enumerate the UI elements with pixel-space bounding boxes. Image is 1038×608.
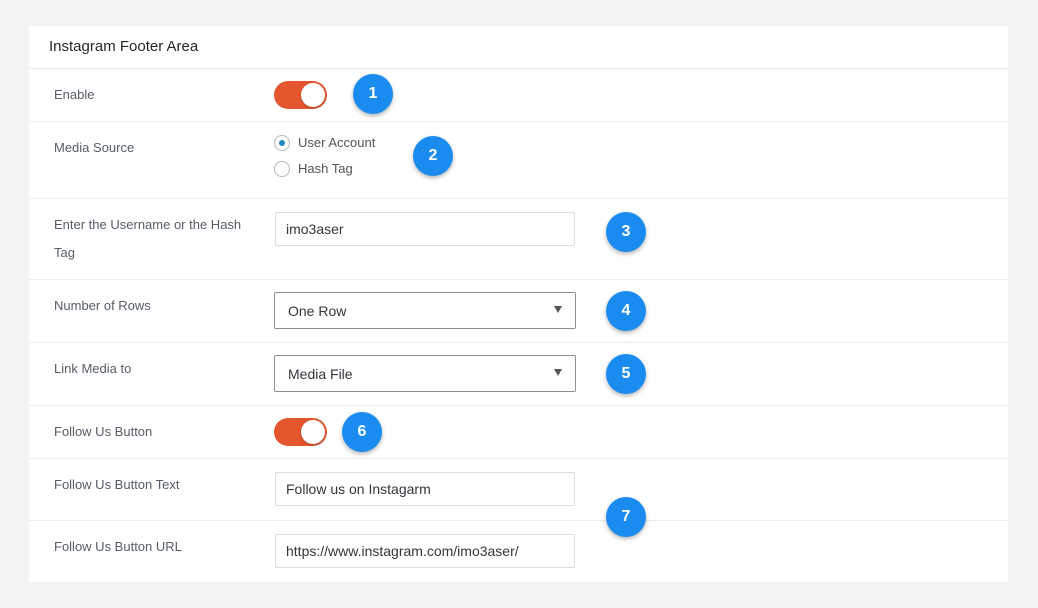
follow-url-label: Follow Us Button URL	[54, 539, 182, 554]
row-follow-url: Follow Us Button URL	[29, 521, 1008, 582]
username-input[interactable]	[275, 212, 575, 246]
row-number-of-rows: Number of Rows One Row 4	[29, 280, 1008, 343]
enable-label: Enable	[54, 87, 95, 102]
row-follow-button: Follow Us Button 6	[29, 406, 1008, 459]
row-follow-text: Follow Us Button Text	[29, 459, 1008, 521]
rows-select[interactable]: One Row	[274, 292, 576, 329]
step-badge-1: 1	[353, 74, 393, 114]
step-badge-5: 5	[606, 354, 646, 394]
row-link-media: Link Media to Media File 5	[29, 343, 1008, 406]
link-media-select[interactable]: Media File	[274, 355, 576, 392]
step-badge-2: 2	[413, 136, 453, 176]
row-username: Enter the Username or the Hash Tag 3	[29, 199, 1008, 280]
row-enable: Enable 1	[29, 69, 1008, 122]
toggle-knob	[301, 83, 325, 107]
link-media-label: Link Media to	[54, 361, 132, 376]
step-badge-6: 6	[342, 412, 382, 452]
radio-hash-tag[interactable]	[274, 161, 290, 177]
media-source-label: Media Source	[54, 140, 135, 155]
radio-user-account[interactable]	[274, 135, 290, 151]
rows-select-value: One Row	[288, 303, 347, 319]
follow-text-input[interactable]	[275, 472, 575, 506]
settings-panel: Instagram Footer Area Enable 1 Media Sou…	[29, 26, 1008, 582]
step-badge-4: 4	[606, 291, 646, 331]
follow-button-toggle[interactable]	[274, 418, 327, 446]
step-badge-3: 3	[606, 212, 646, 252]
follow-button-label: Follow Us Button	[54, 424, 153, 439]
chevron-down-icon	[554, 306, 562, 313]
toggle-knob	[301, 420, 325, 444]
chevron-down-icon	[554, 369, 562, 376]
enable-toggle[interactable]	[274, 81, 327, 109]
panel-title: Instagram Footer Area	[49, 38, 199, 55]
row-media-source: Media Source User Account Hash Tag 2	[29, 122, 1008, 199]
radio-label-user-account: User Account	[298, 135, 376, 150]
radio-label-hash-tag: Hash Tag	[298, 161, 353, 176]
follow-text-label: Follow Us Button Text	[54, 477, 180, 492]
step-badge-7: 7	[606, 497, 646, 537]
link-media-select-value: Media File	[288, 366, 353, 382]
panel-header: Instagram Footer Area	[29, 26, 1008, 69]
username-label: Enter the Username or the Hash Tag	[54, 217, 242, 260]
follow-url-input[interactable]	[275, 534, 575, 568]
rows-label: Number of Rows	[54, 298, 151, 313]
